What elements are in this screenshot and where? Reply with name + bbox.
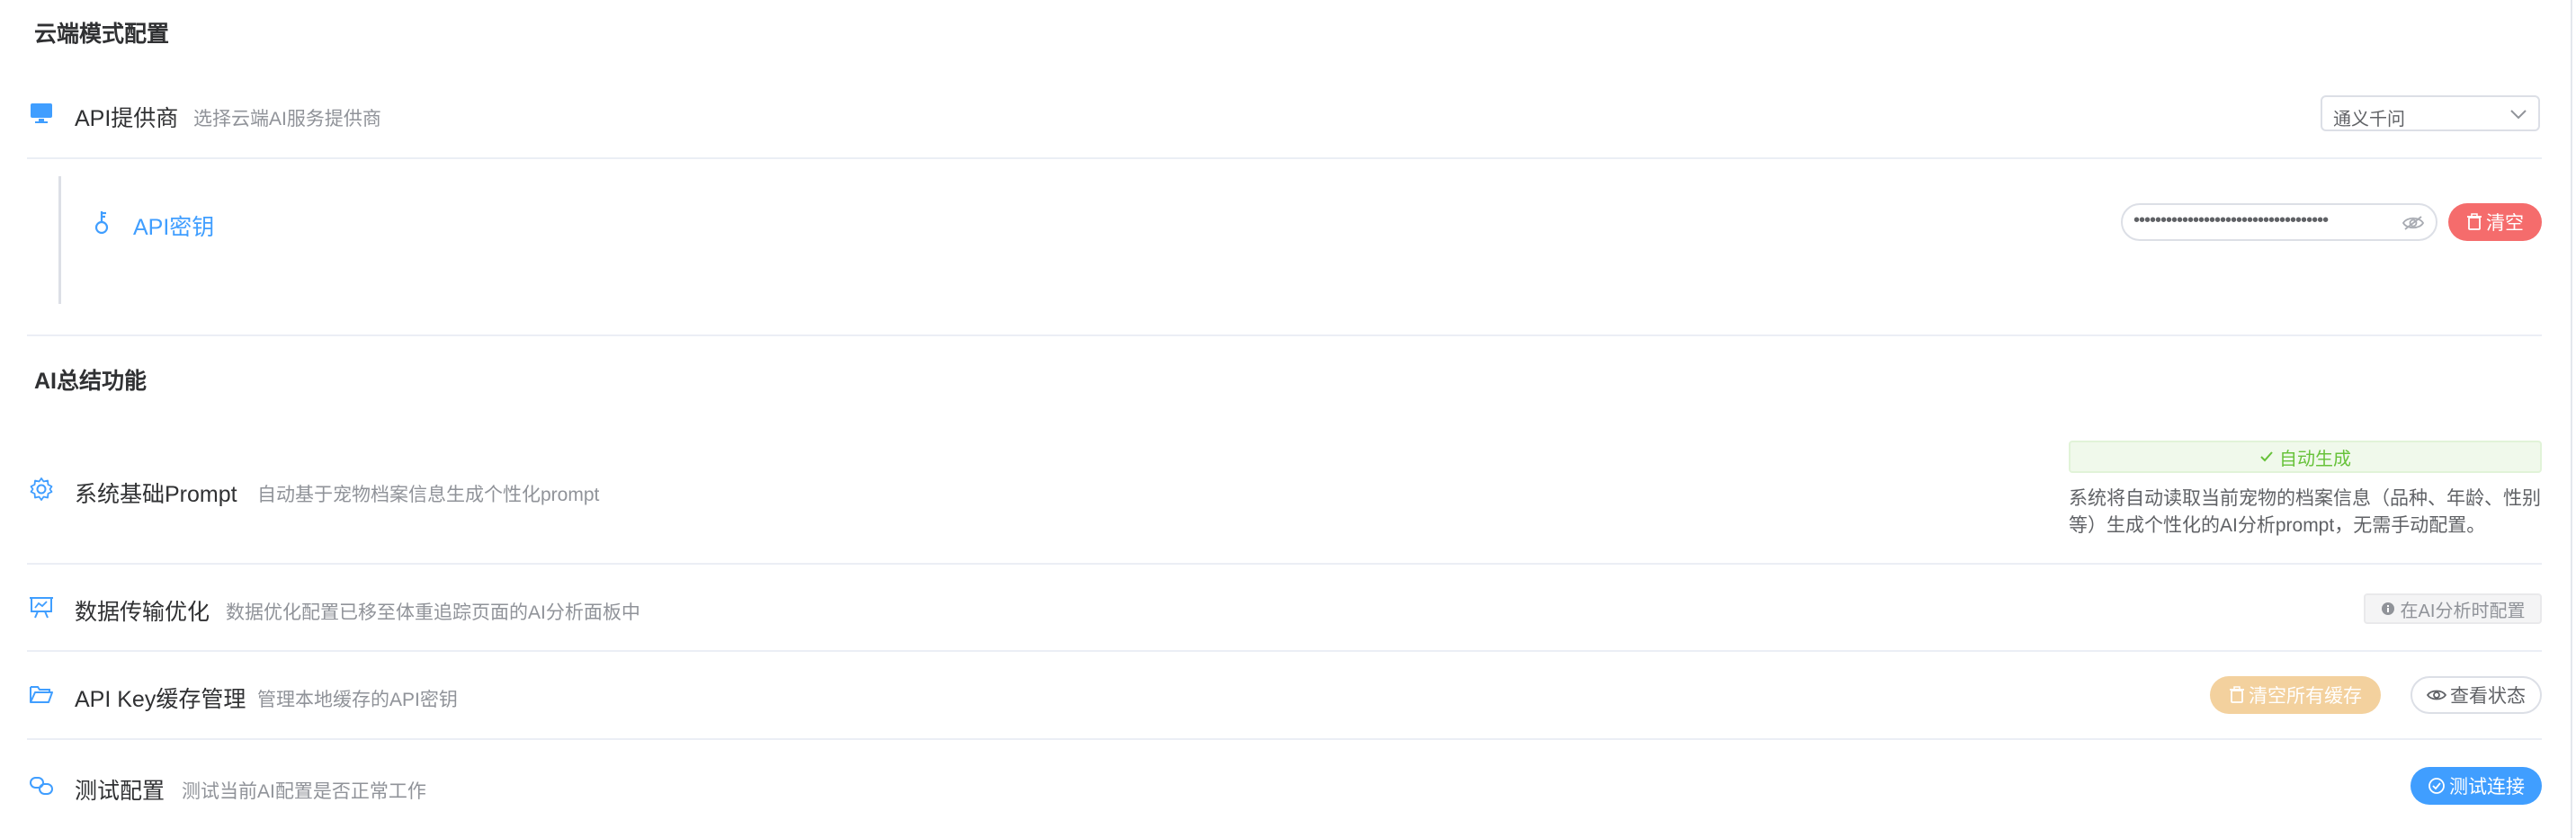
info-icon [2381,602,2394,615]
configure-in-analysis-label: 在AI分析时配置 [2400,601,2526,621]
section-title-cloud: 云端模式配置 [34,22,170,47]
section-title-ai: AI总结功能 [34,369,148,394]
clear-all-cache-label: 清空所有缓存 [2249,686,2362,707]
api-key-label: API密钥 [133,215,215,240]
auto-generate-label: 自动生成 [2279,449,2351,469]
clear-all-cache-button[interactable]: 清空所有缓存 [2210,676,2381,714]
trash-icon [2467,213,2482,230]
divider [27,650,2542,652]
check-circle-icon [2428,778,2445,794]
api-key-input[interactable]: •••••••••••••••••••••••••••••••••••• [2121,203,2437,241]
check-icon [2260,451,2273,462]
cache-desc: 管理本地缓存的API密钥 [257,690,458,710]
view-status-label: 查看状态 [2450,686,2526,707]
test-connection-label: 测试连接 [2449,777,2525,798]
transfer-label: 数据传输优化 [75,600,210,625]
clear-api-key-button[interactable]: 清空 [2448,203,2542,241]
prompt-desc: 自动基于宠物档案信息生成个性化prompt [257,485,600,505]
test-label: 测试配置 [75,779,165,804]
key-block-border [58,176,61,304]
cache-label: API Key缓存管理 [75,687,246,712]
divider [27,563,2542,565]
provider-select-value: 通义千问 [2333,110,2405,129]
provider-label: API提供商 [75,106,179,131]
eye-icon [2427,690,2446,700]
divider [27,157,2542,159]
divider [27,738,2542,740]
monitor-icon [29,101,54,126]
clear-api-key-label: 清空 [2486,213,2524,234]
eye-off-icon[interactable] [2402,214,2425,232]
link-icon [29,773,54,798]
prompt-label: 系统基础Prompt [75,482,237,507]
test-connection-button[interactable]: 测试连接 [2411,767,2542,805]
auto-generate-tag: 自动生成 [2069,441,2542,473]
test-desc: 测试当前AI配置是否正常工作 [182,781,426,802]
presentation-icon [29,594,54,620]
view-status-button[interactable]: 查看状态 [2411,676,2542,714]
divider [27,334,2542,336]
trash-icon [2230,686,2244,703]
chevron-down-icon [2510,110,2527,120]
transfer-desc: 数据优化配置已移至体重追踪页面的AI分析面板中 [226,602,640,623]
gear-icon [29,477,54,502]
provider-select[interactable]: 通义千问 [2321,95,2540,131]
api-key-masked-value: •••••••••••••••••••••••••••••••••••• [2133,210,2329,230]
folder-open-icon [29,682,54,707]
provider-desc: 选择云端AI服务提供商 [193,109,381,129]
key-icon [90,209,113,236]
scrollbar-track[interactable] [2571,0,2572,838]
prompt-note: 系统将自动读取当前宠物的档案信息（品种、年龄、性别等）生成个性化的AI分析pro… [2069,488,2541,536]
configure-in-analysis-tag: 在AI分析时配置 [2364,593,2542,624]
